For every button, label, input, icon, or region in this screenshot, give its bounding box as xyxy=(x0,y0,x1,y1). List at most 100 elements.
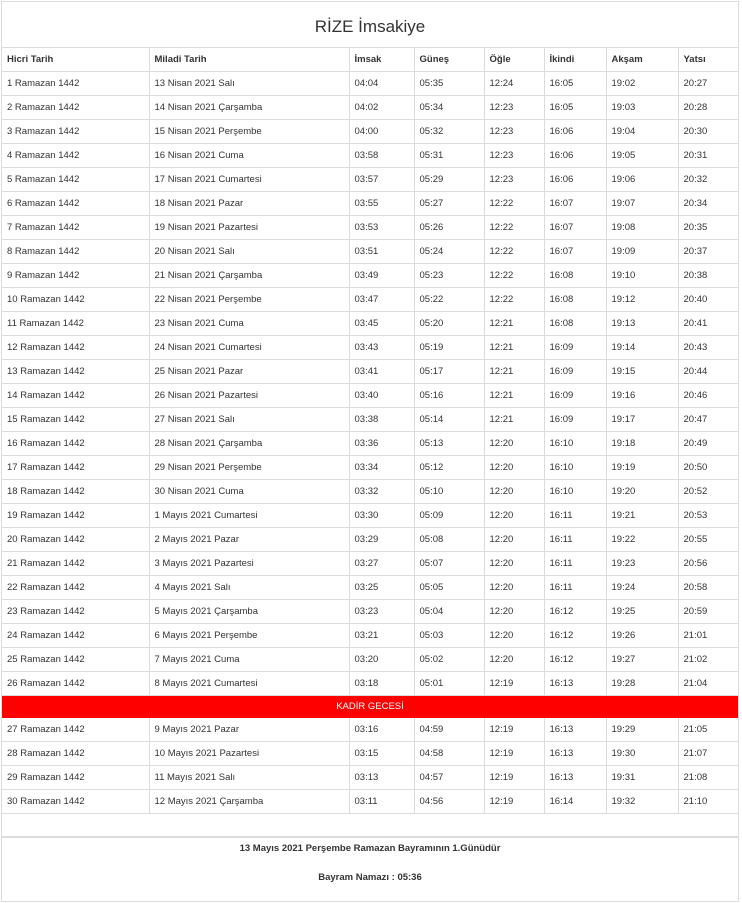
table-cell: 20:49 xyxy=(677,431,738,456)
table-cell: 03:15 xyxy=(348,741,415,766)
column-header: Yatsı xyxy=(677,48,738,72)
table-cell: 05:29 xyxy=(413,167,485,192)
table-cell: 21:04 xyxy=(677,671,738,696)
table-cell: 26 Nisan 2021 Pazartesi xyxy=(148,383,350,408)
column-header: İmsak xyxy=(348,48,415,72)
table-cell: 05:07 xyxy=(413,551,485,576)
table-cell: 19:13 xyxy=(605,311,679,336)
table-cell: 3 Ramazan 1442 xyxy=(2,119,150,144)
table-cell: 21:05 xyxy=(677,717,738,742)
empty-row xyxy=(2,813,738,837)
table-cell: 17 Ramazan 1442 xyxy=(2,455,150,480)
table-row: 8 Ramazan 1442 20 Nisan 2021 Salı 03:51 05:… xyxy=(2,239,738,264)
table-cell: 20:28 xyxy=(677,95,738,120)
table-cell: 12:19 xyxy=(483,765,545,790)
table-cell: 03:13 xyxy=(348,765,415,790)
table-cell: 7 Ramazan 1442 xyxy=(2,215,150,240)
table-cell: 19:29 xyxy=(605,717,679,742)
table-cell: 18 Nisan 2021 Pazar xyxy=(148,191,350,216)
table-cell: 11 Mayıs 2021 Salı xyxy=(148,765,350,790)
table-cell: 12:24 xyxy=(483,71,545,96)
table-cell: 2 Ramazan 1442 xyxy=(2,95,150,120)
table-cell: 05:09 xyxy=(413,503,485,528)
table-cell: 19:06 xyxy=(605,167,679,192)
table-cell: 19 Ramazan 1442 xyxy=(2,503,150,528)
table-cell: 03:18 xyxy=(348,671,415,696)
table-cell: 12:21 xyxy=(483,359,545,384)
table-cell: 6 Mayıs 2021 Perşembe xyxy=(148,623,350,648)
table-row: 27 Ramazan 1442 9 Mayıs 2021 Pazar 03:16 04… xyxy=(2,717,738,742)
table-row: 25 Ramazan 1442 7 Mayıs 2021 Cuma 03:20 05:… xyxy=(2,647,738,672)
table-cell: 25 Nisan 2021 Pazar xyxy=(148,359,350,384)
table-cell: 20 Nisan 2021 Salı xyxy=(148,239,350,264)
table-cell: 20 Ramazan 1442 xyxy=(2,527,150,552)
table-cell: 12:19 xyxy=(483,671,545,696)
table-cell: 16:05 xyxy=(543,95,607,120)
table-cell: 05:10 xyxy=(413,479,485,504)
table-cell: 20:50 xyxy=(677,455,738,480)
table-cell: 03:16 xyxy=(348,717,415,742)
table-cell: 21:08 xyxy=(677,765,738,790)
table-cell: 16:14 xyxy=(543,789,607,814)
table-row: 30 Ramazan 1442 12 Mayıs 2021 Çarşamba 03:… xyxy=(2,789,738,814)
table-cell: 05:16 xyxy=(413,383,485,408)
table-cell: 19:17 xyxy=(605,407,679,432)
table-cell: 12:23 xyxy=(483,119,545,144)
table-cell: 16:12 xyxy=(543,647,607,672)
table-cell: 05:08 xyxy=(413,527,485,552)
table-cell: 16:13 xyxy=(543,741,607,766)
table-cell: 27 Ramazan 1442 xyxy=(2,717,150,742)
table-cell: 21:10 xyxy=(677,789,738,814)
table-cell: 20:41 xyxy=(677,311,738,336)
table-cell: 19:27 xyxy=(605,647,679,672)
table-cell: 12:21 xyxy=(483,335,545,360)
table-cell: 4 Ramazan 1442 xyxy=(2,143,150,168)
table-cell: 16:12 xyxy=(543,623,607,648)
table-cell: 04:00 xyxy=(348,119,415,144)
table-cell: 03:36 xyxy=(348,431,415,456)
table-cell: 20:55 xyxy=(677,527,738,552)
table-cell: 21:07 xyxy=(677,741,738,766)
table-cell: 03:38 xyxy=(348,407,415,432)
table-cell: 05:27 xyxy=(413,191,485,216)
table-cell: 03:58 xyxy=(348,143,415,168)
table-cell: 05:02 xyxy=(413,647,485,672)
table-cell: 12:21 xyxy=(483,407,545,432)
table-cell: 19:19 xyxy=(605,455,679,480)
table-cell: 12:23 xyxy=(483,95,545,120)
table-cell: 20:34 xyxy=(677,191,738,216)
table-cell: 16:05 xyxy=(543,71,607,96)
table-row: 23 Ramazan 1442 5 Mayıs 2021 Çarşamba 03:2… xyxy=(2,599,738,624)
table-cell: 16:13 xyxy=(543,765,607,790)
table-cell: 23 Nisan 2021 Cuma xyxy=(148,311,350,336)
column-header: Hicri Tarih xyxy=(2,48,150,72)
table-cell: 03:20 xyxy=(348,647,415,672)
table-row: 17 Ramazan 1442 29 Nisan 2021 Perşembe 03:… xyxy=(2,455,738,480)
table-cell: 10 Mayıs 2021 Pazartesi xyxy=(148,741,350,766)
table-cell: 26 Ramazan 1442 xyxy=(2,671,150,696)
table-row: 10 Ramazan 1442 22 Nisan 2021 Perşembe 03:… xyxy=(2,287,738,312)
table-row: 19 Ramazan 1442 1 Mayıs 2021 Cumartesi 03:… xyxy=(2,503,738,528)
table-cell: 05:20 xyxy=(413,311,485,336)
table-cell: 05:31 xyxy=(413,143,485,168)
table-cell: 19:09 xyxy=(605,239,679,264)
table-cell: 19:24 xyxy=(605,575,679,600)
table-cell: 20:40 xyxy=(677,287,738,312)
table-row: 21 Ramazan 1442 3 Mayıs 2021 Pazartesi 03:… xyxy=(2,551,738,576)
table-cell: 19:05 xyxy=(605,143,679,168)
table-cell: 16:09 xyxy=(543,359,607,384)
table-cell: 05:22 xyxy=(413,287,485,312)
column-header: Güneş xyxy=(413,48,485,72)
table-cell: 04:57 xyxy=(413,765,485,790)
table-cell: 05:32 xyxy=(413,119,485,144)
page-title: RİZE İmsakiye xyxy=(2,2,738,48)
table-cell: 30 Ramazan 1442 xyxy=(2,789,150,814)
table-cell: 03:45 xyxy=(348,311,415,336)
table-cell: 05:23 xyxy=(413,263,485,288)
table-cell: 29 Nisan 2021 Perşembe xyxy=(148,455,350,480)
table-cell: 24 Ramazan 1442 xyxy=(2,623,150,648)
table-cell: 13 Ramazan 1442 xyxy=(2,359,150,384)
table-row: 29 Ramazan 1442 11 Mayıs 2021 Salı 03:13 04… xyxy=(2,765,738,790)
table-cell: 05:24 xyxy=(413,239,485,264)
table-cell: 19:23 xyxy=(605,551,679,576)
